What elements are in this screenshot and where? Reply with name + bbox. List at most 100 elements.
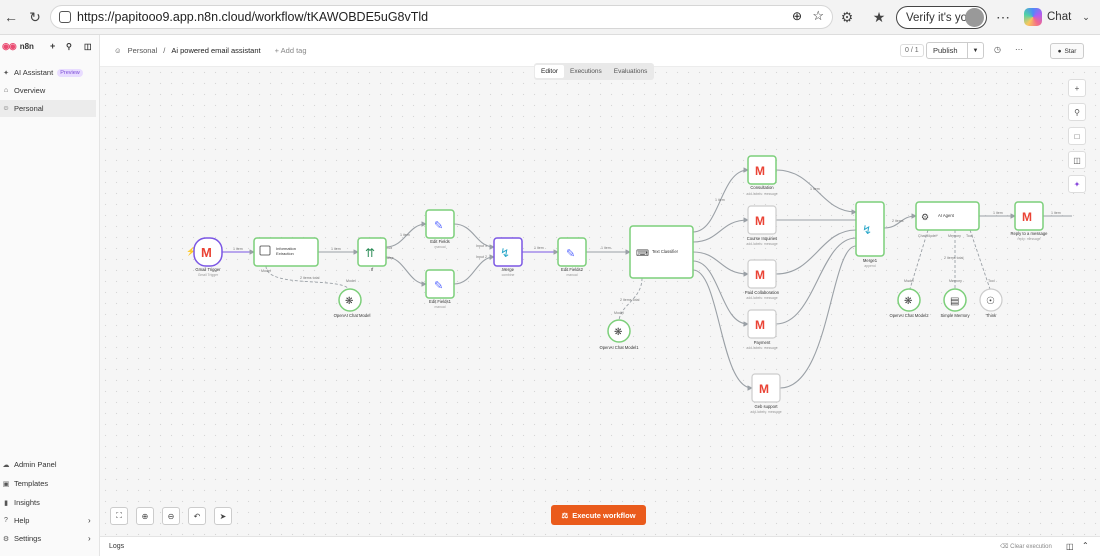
logs-label[interactable]: Logs bbox=[109, 543, 124, 550]
search-icon[interactable]: ⚲ bbox=[66, 42, 72, 51]
chevron-down-icon: ⌄ bbox=[1082, 11, 1090, 22]
node-openai-chat-model[interactable]: ❋ OpenAI Chat Model bbox=[334, 288, 371, 318]
node-payment[interactable]: M Payment add-labels: message bbox=[746, 309, 778, 350]
sidebar-item-insights[interactable]: ▮ Insights bbox=[0, 494, 96, 511]
sidebar-item-overview[interactable]: ⌂ Overview bbox=[0, 82, 96, 99]
github-star-button[interactable]: ● Star bbox=[1050, 43, 1084, 59]
fit-view-icon[interactable]: ⛶ bbox=[110, 507, 128, 525]
cloud-icon: ☁ bbox=[2, 461, 10, 469]
gmail-icon: M bbox=[755, 214, 765, 228]
reload-icon[interactable]: ↻ bbox=[24, 6, 46, 28]
box-icon: ▣ bbox=[2, 480, 10, 488]
execute-workflow-button[interactable]: ⚖ Execute workflow bbox=[551, 505, 646, 525]
think-icon: ☉ bbox=[986, 296, 995, 307]
edge-label: Model bbox=[614, 311, 624, 315]
history-icon[interactable]: ◷ bbox=[994, 45, 1001, 54]
panel-layout-icon[interactable]: ◫ bbox=[1066, 542, 1074, 551]
edge-label: 1 item bbox=[715, 198, 725, 202]
add-icon[interactable]: + bbox=[50, 41, 55, 51]
zoom-out-icon[interactable]: ⊖ bbox=[162, 507, 180, 525]
back-icon[interactable]: ← bbox=[0, 6, 22, 28]
user-icon: ☺ bbox=[114, 46, 122, 55]
node-merge1[interactable]: ↯ Merge1 append bbox=[855, 201, 885, 268]
node-openai-chat-model1[interactable]: ❋ OpenAI Chat Model1 bbox=[599, 319, 639, 350]
sidebar-item-label: AI Assistant bbox=[14, 68, 54, 77]
node-label: OpenAI Chat Model bbox=[334, 313, 371, 318]
node-edit-fields1[interactable]: ✎ Edit Fields1 manual bbox=[425, 269, 455, 309]
version-count: 0 / 1 bbox=[900, 44, 924, 57]
collapse-sidebar-icon[interactable]: ◫ bbox=[84, 42, 92, 51]
edge-label: 1 item bbox=[601, 246, 611, 250]
home-icon: ⌂ bbox=[3, 87, 9, 94]
more-menu-icon[interactable]: ⋯ bbox=[992, 6, 1014, 28]
pencil-icon: ✎ bbox=[566, 248, 575, 260]
zoom-in-icon[interactable]: ⊕ bbox=[136, 507, 154, 525]
gmail-icon: M bbox=[201, 245, 212, 260]
breadcrumb-project[interactable]: Personal bbox=[128, 46, 158, 55]
node-think[interactable]: ☉ Think bbox=[979, 288, 1003, 318]
node-consultation[interactable]: M Consultation add-labels: message bbox=[746, 155, 778, 196]
workflow-canvas[interactable]: Editor Executions Evaluations + ⚲ □ ◫ ✦ bbox=[100, 63, 1100, 536]
verify-label: Verify it's you bbox=[906, 11, 974, 24]
site-info-icon[interactable] bbox=[59, 11, 71, 23]
workflow-graph: 1 item 1 item 1 item true false Input 1 … bbox=[186, 155, 1072, 414]
edge-label: Input 2 bbox=[476, 255, 487, 259]
node-label: Paid Collaboration bbox=[745, 290, 780, 295]
node-if[interactable]: ⇈ If bbox=[357, 237, 387, 272]
node-simple-memory[interactable]: ▤ Simple Memory bbox=[940, 288, 970, 318]
node-course-inquiries[interactable]: M Course Inquiries add-labels: message bbox=[746, 205, 778, 246]
edge-label: Chat Model* bbox=[918, 234, 938, 238]
node-label: Reply to a message bbox=[1010, 231, 1048, 236]
gmail-icon: M bbox=[755, 318, 765, 332]
edge-label: 2 items total bbox=[620, 298, 640, 302]
node-edit-fields2[interactable]: ✎ Edit Fields2 manual bbox=[557, 237, 587, 277]
sidebar-item-ai-assistant[interactable]: ✦ AI Assistant Preview bbox=[0, 64, 96, 81]
node-label: OpenAI Chat Model2 bbox=[889, 313, 929, 318]
chevron-up-icon[interactable]: ⌃ bbox=[1082, 541, 1089, 550]
node-edit-fields[interactable]: ✎ Edit Fields manual bbox=[425, 209, 455, 249]
node-ai-agent[interactable]: ⚙ AI Agent bbox=[915, 201, 980, 231]
zoom-icon[interactable]: ⊕ bbox=[792, 9, 802, 23]
openai-icon: ❋ bbox=[614, 327, 622, 338]
node-text-classifier[interactable]: ⌨ Text Classifier bbox=[629, 225, 694, 279]
sidebar-item-admin-panel[interactable]: ☁ Admin Panel bbox=[0, 456, 96, 473]
gmail-icon: M bbox=[755, 164, 765, 178]
clear-execution-button[interactable]: ⌫ Clear execution bbox=[1000, 543, 1052, 550]
sidebar-item-personal[interactable]: ☺ Personal bbox=[0, 100, 96, 117]
profile-verify-button[interactable]: Verify it's you bbox=[896, 6, 987, 29]
sidebar-item-templates[interactable]: ▣ Templates bbox=[0, 475, 96, 492]
node-gmail-trigger[interactable]: ⚡ M Gmail Trigger Gmail Trigger bbox=[186, 237, 223, 277]
node-openai-chat-model2[interactable]: ❋ OpenAI Chat Model2 bbox=[889, 288, 929, 318]
node-sublabel: add-labels: message bbox=[746, 346, 777, 350]
more-options-icon[interactable]: ⋯ bbox=[1015, 45, 1023, 54]
copilot-chat-button[interactable]: Chat ⌄ bbox=[1024, 8, 1090, 26]
logs-panel-bar[interactable]: Logs ⌫ Clear execution ◫ ⌃ bbox=[100, 536, 1100, 556]
node-merge[interactable]: ↯ Merge combine bbox=[493, 237, 523, 277]
node-geb-support[interactable]: M Geb support add-labels: message bbox=[750, 373, 782, 414]
bookmark-star-icon[interactable]: ☆ bbox=[812, 8, 824, 24]
node-label: Geb support bbox=[754, 404, 778, 409]
favorites-icon[interactable]: ★ bbox=[868, 6, 890, 28]
sidebar-item-label: Insights bbox=[14, 498, 40, 507]
sidebar-item-settings[interactable]: ⚙ Settings › bbox=[0, 530, 96, 547]
chevron-down-icon[interactable]: ▼ bbox=[967, 43, 983, 58]
node-label: Merge bbox=[502, 267, 515, 272]
node-sublabel: add-labels: message bbox=[746, 192, 777, 196]
undo-icon[interactable]: ↶ bbox=[188, 507, 206, 525]
gmail-icon: M bbox=[759, 382, 769, 396]
edge-label: 1 item bbox=[810, 187, 820, 191]
node-information-extraction[interactable]: Information Extraction bbox=[253, 237, 319, 267]
preview-badge: Preview bbox=[57, 68, 83, 77]
pointer-icon[interactable]: ➤ bbox=[214, 507, 232, 525]
sidebar-item-label: Personal bbox=[14, 104, 44, 113]
add-tag-link[interactable]: + Add tag bbox=[275, 46, 307, 55]
extensions-icon[interactable]: ⚙ bbox=[836, 6, 858, 28]
sidebar-item-label: Settings bbox=[14, 534, 42, 543]
edge-label: 1 item bbox=[400, 233, 410, 237]
node-reply-to-message[interactable]: M Reply to a message reply: message bbox=[1010, 201, 1048, 241]
workflow-title[interactable]: Ai powered email assistant bbox=[171, 46, 260, 55]
sidebar-item-help[interactable]: ? Help › bbox=[0, 512, 96, 529]
node-paid-collaboration[interactable]: M Paid Collaboration add-labels: message bbox=[745, 259, 780, 300]
publish-button[interactable]: Publish ▼ bbox=[926, 42, 984, 59]
address-bar[interactable]: https://papitooo9.app.n8n.cloud/workflow… bbox=[50, 5, 833, 29]
